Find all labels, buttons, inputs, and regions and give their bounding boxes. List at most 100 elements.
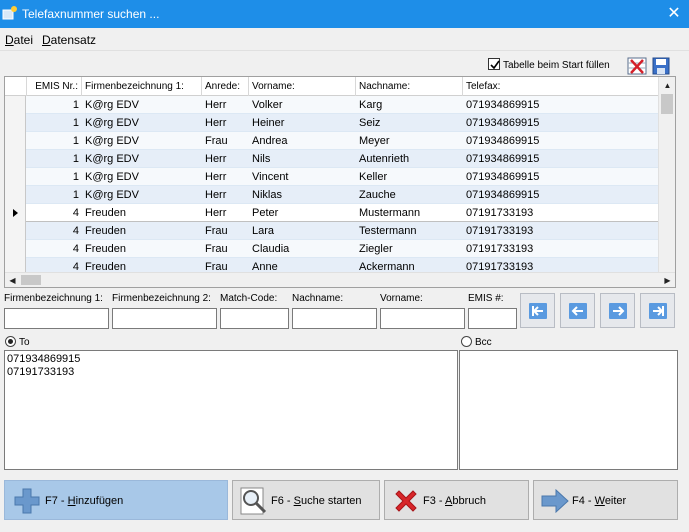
cell-nachname[interactable]: Karg bbox=[356, 96, 463, 114]
cell-telefax[interactable]: 071934869915 bbox=[463, 168, 660, 186]
cell-emis[interactable]: 4 bbox=[27, 222, 82, 240]
save-icon[interactable] bbox=[651, 56, 671, 76]
scroll-left-icon[interactable]: ◀ bbox=[5, 273, 20, 287]
cell-vorname[interactable]: Peter bbox=[249, 204, 356, 222]
cell-emis[interactable]: 1 bbox=[27, 150, 82, 168]
cell-nachname[interactable]: Mustermann bbox=[356, 204, 463, 222]
cell-anrede[interactable]: Herr bbox=[202, 204, 249, 222]
filter-nachname-input[interactable] bbox=[292, 308, 377, 329]
next-button[interactable]: F4 - Weiter bbox=[533, 480, 678, 520]
filter-firma1-input[interactable] bbox=[4, 308, 109, 329]
cell-firma[interactable]: K@rg EDV bbox=[82, 114, 202, 132]
cell-vorname[interactable]: Niklas bbox=[249, 186, 356, 204]
cell-emis[interactable]: 1 bbox=[27, 114, 82, 132]
cell-emis[interactable]: 4 bbox=[27, 204, 82, 222]
row-indicator[interactable] bbox=[5, 222, 26, 240]
cell-telefax[interactable]: 071934869915 bbox=[463, 132, 660, 150]
add-button[interactable]: F7 - Hinzufügen bbox=[4, 480, 228, 520]
cell-nachname[interactable]: Testermann bbox=[356, 222, 463, 240]
first-record-button[interactable] bbox=[520, 293, 555, 328]
cell-firma[interactable]: K@rg EDV bbox=[82, 96, 202, 114]
cell-telefax[interactable]: 071934869915 bbox=[463, 114, 660, 132]
last-record-button[interactable] bbox=[640, 293, 675, 328]
table-row[interactable]: 1 K@rg EDV Herr Niklas Zauche 071934869915 bbox=[5, 186, 660, 204]
to-radio[interactable]: To bbox=[5, 336, 30, 348]
cell-telefax[interactable]: 07191733193 bbox=[463, 222, 660, 240]
header-emis[interactable]: EMIS Nr.: bbox=[27, 77, 82, 96]
bcc-radio[interactable]: Bcc bbox=[461, 336, 492, 348]
cell-telefax[interactable]: 071934869915 bbox=[463, 150, 660, 168]
cell-emis[interactable]: 1 bbox=[27, 96, 82, 114]
cancel-button[interactable]: F3 - Abbruch bbox=[384, 480, 529, 520]
row-indicator[interactable] bbox=[5, 168, 26, 186]
cell-anrede[interactable]: Herr bbox=[202, 186, 249, 204]
table-row[interactable]: 4 Freuden Frau Claudia Ziegler 07191733193 bbox=[5, 240, 660, 258]
cell-anrede[interactable]: Herr bbox=[202, 114, 249, 132]
horizontal-scroll-thumb[interactable] bbox=[21, 275, 41, 285]
cell-emis[interactable]: 4 bbox=[27, 240, 82, 258]
table-row[interactable]: 1 K@rg EDV Herr Volker Karg 071934869915 bbox=[5, 96, 660, 114]
scroll-up-icon[interactable]: ▲ bbox=[660, 78, 675, 93]
cell-anrede[interactable]: Herr bbox=[202, 168, 249, 186]
previous-record-button[interactable] bbox=[560, 293, 595, 328]
header-nachname[interactable]: Nachname: bbox=[356, 77, 463, 96]
cell-nachname[interactable]: Autenrieth bbox=[356, 150, 463, 168]
bcc-radio-icon[interactable] bbox=[461, 336, 472, 347]
cell-nachname[interactable]: Keller bbox=[356, 168, 463, 186]
cell-nachname[interactable]: Zauche bbox=[356, 186, 463, 204]
cell-telefax[interactable]: 07191733193 bbox=[463, 204, 660, 222]
bcc-recipients-textarea[interactable] bbox=[459, 350, 678, 470]
close-icon[interactable]: ✕ bbox=[659, 0, 689, 28]
table-row[interactable]: 1 K@rg EDV Frau Andrea Meyer 071934869915 bbox=[5, 132, 660, 150]
search-button[interactable]: F6 - Suche starten bbox=[232, 480, 380, 520]
table-row[interactable]: 4 Freuden Frau Lara Testermann 07191733193 bbox=[5, 222, 660, 240]
header-anrede[interactable]: Anrede: bbox=[202, 77, 249, 96]
cell-vorname[interactable]: Vincent bbox=[249, 168, 356, 186]
cell-firma[interactable]: K@rg EDV bbox=[82, 132, 202, 150]
cell-emis[interactable]: 1 bbox=[27, 132, 82, 150]
table-row[interactable]: 1 K@rg EDV Herr Vincent Keller 071934869915 bbox=[5, 168, 660, 186]
cell-telefax[interactable]: 07191733193 bbox=[463, 240, 660, 258]
cell-vorname[interactable]: Claudia bbox=[249, 240, 356, 258]
cell-nachname[interactable]: Ziegler bbox=[356, 240, 463, 258]
cell-nachname[interactable]: Seiz bbox=[356, 114, 463, 132]
row-indicator[interactable] bbox=[5, 114, 26, 132]
header-firma[interactable]: Firmenbezeichnung 1: bbox=[82, 77, 202, 96]
table-row[interactable]: 1 K@rg EDV Herr Heiner Seiz 071934869915 bbox=[5, 114, 660, 132]
table-row[interactable]: 1 K@rg EDV Herr Nils Autenrieth 071934869915 bbox=[5, 150, 660, 168]
cell-firma[interactable]: Freuden bbox=[82, 204, 202, 222]
menu-datei[interactable]: Datei bbox=[5, 33, 33, 47]
vertical-scroll-thumb[interactable] bbox=[661, 94, 673, 114]
cell-anrede[interactable]: Herr bbox=[202, 150, 249, 168]
filter-firma2-input[interactable] bbox=[112, 308, 217, 329]
cell-firma[interactable]: Freuden bbox=[82, 240, 202, 258]
to-recipients-textarea[interactable]: 071934869915 07191733193 bbox=[4, 350, 458, 470]
vertical-scrollbar[interactable]: ▲ bbox=[658, 77, 675, 273]
cell-anrede[interactable]: Frau bbox=[202, 222, 249, 240]
cell-telefax[interactable]: 071934869915 bbox=[463, 186, 660, 204]
cell-vorname[interactable]: Nils bbox=[249, 150, 356, 168]
cell-emis[interactable]: 1 bbox=[27, 186, 82, 204]
header-vorname[interactable]: Vorname: bbox=[249, 77, 356, 96]
menu-datensatz[interactable]: Datensatz bbox=[42, 33, 96, 47]
fill-on-start-checkbox[interactable]: Tabelle beim Start füllen bbox=[488, 58, 610, 71]
cell-anrede[interactable]: Herr bbox=[202, 96, 249, 114]
row-indicator[interactable] bbox=[5, 150, 26, 168]
row-indicator[interactable] bbox=[5, 96, 26, 114]
row-indicator[interactable] bbox=[5, 240, 26, 258]
horizontal-scrollbar[interactable]: ◀ ▶ bbox=[5, 272, 675, 287]
header-telefax[interactable]: Telefax: bbox=[463, 77, 660, 96]
cell-nachname[interactable]: Meyer bbox=[356, 132, 463, 150]
cell-anrede[interactable]: Frau bbox=[202, 132, 249, 150]
cell-firma[interactable]: K@rg EDV bbox=[82, 168, 202, 186]
filter-matchcode-input[interactable] bbox=[220, 308, 289, 329]
cell-firma[interactable]: K@rg EDV bbox=[82, 150, 202, 168]
row-indicator[interactable] bbox=[5, 204, 26, 222]
cell-emis[interactable]: 1 bbox=[27, 168, 82, 186]
delete-grid-icon[interactable] bbox=[627, 56, 647, 76]
next-record-button[interactable] bbox=[600, 293, 635, 328]
cell-firma[interactable]: Freuden bbox=[82, 222, 202, 240]
filter-emis-input[interactable] bbox=[468, 308, 517, 329]
cell-telefax[interactable]: 071934869915 bbox=[463, 96, 660, 114]
cell-vorname[interactable]: Heiner bbox=[249, 114, 356, 132]
